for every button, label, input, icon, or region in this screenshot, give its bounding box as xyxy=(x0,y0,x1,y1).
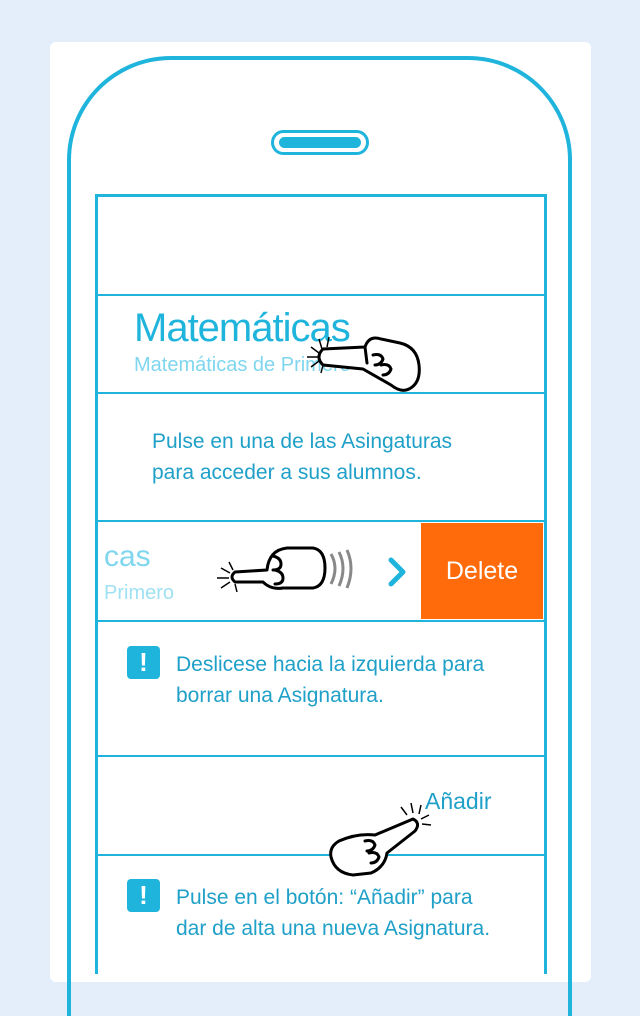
hint-swipe-text: Deslicese hacia la izquierda para borrar… xyxy=(176,653,485,707)
tap-hand-icon xyxy=(307,336,421,392)
phone-speaker xyxy=(271,130,369,155)
chevron-right-icon xyxy=(388,557,406,587)
hint-tap-text: Pulse en una de las Asingaturas para acc… xyxy=(152,430,453,484)
swiped-subtitle: Primero xyxy=(104,582,175,604)
swipe-hand-icon xyxy=(217,546,353,593)
hint-add-text: Pulse en el botón: “Añadir” para dar de … xyxy=(176,886,491,940)
divider xyxy=(98,755,544,757)
warning-icon: ! xyxy=(127,646,160,679)
delete-button[interactable]: Delete xyxy=(421,523,543,619)
swiped-title: cas xyxy=(104,540,151,573)
divider xyxy=(98,854,544,856)
divider xyxy=(98,620,544,622)
warning-icon: ! xyxy=(127,879,160,912)
tap-hand-icon xyxy=(329,802,432,877)
